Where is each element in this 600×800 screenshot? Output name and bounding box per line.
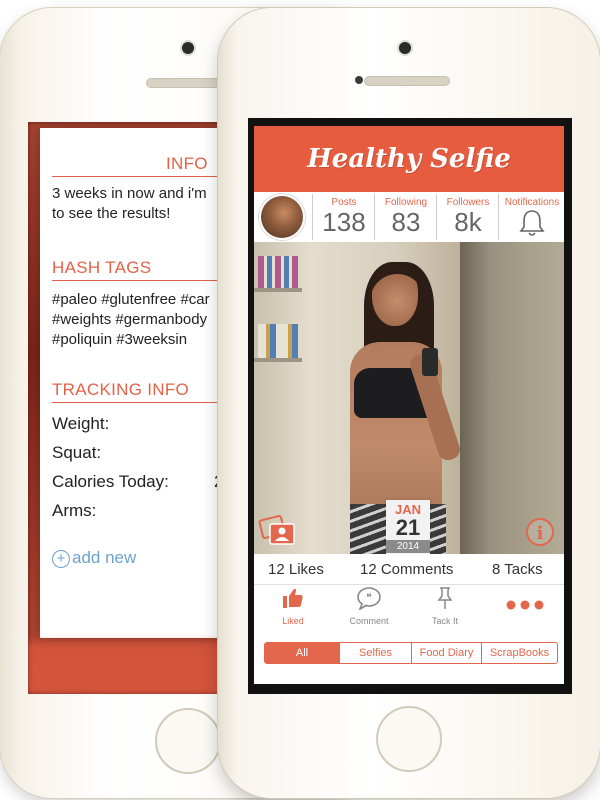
app-header: Healthy Selfie [254, 126, 564, 192]
photo-doorway [460, 242, 564, 554]
hashtags-heading: HASH TAGS [52, 258, 152, 277]
earpiece-speaker [364, 76, 450, 86]
category-tabs: All Selfies Food Diary ScrapBooks [264, 642, 558, 664]
info-text-line1: 3 weeks in now and i'm [52, 185, 207, 202]
stat-notifications-label: Notifications [504, 197, 560, 208]
front-camera [399, 42, 411, 54]
liked-button[interactable]: Liked [258, 586, 328, 626]
info-heading: INFO [166, 154, 208, 173]
hashtags-line2: #weights #germanbody [52, 311, 208, 328]
comments-count[interactable]: 12 Comments [360, 561, 453, 578]
home-button [155, 708, 221, 774]
tack-it-button[interactable]: Tack It [410, 586, 480, 626]
stat-followers[interactable]: Followers 8k [436, 194, 499, 240]
more-options-button[interactable] [490, 598, 560, 616]
avatar[interactable] [261, 196, 303, 238]
tack-it-label: Tack It [431, 616, 458, 626]
hashtags-line3: #poliquin #3weeksin [52, 331, 188, 348]
likes-count[interactable]: 12 Likes [268, 561, 324, 578]
front-phone-screen: Healthy Selfie Posts 138 Following 83 Fo… [248, 118, 572, 694]
proximity-sensor [355, 76, 363, 84]
liked-label: Liked [282, 616, 304, 626]
selfie-photo[interactable]: JAN 21 2014 i [254, 242, 564, 554]
bell-icon [519, 210, 545, 236]
speech-bubble-icon: ❝ [357, 587, 381, 611]
tab-scrapbooks[interactable]: ScrapBooks [481, 643, 557, 663]
stat-following-value: 83 [391, 207, 421, 237]
tab-all[interactable]: All [265, 643, 339, 663]
action-bar: Liked ❝ Comment Tack It [254, 586, 564, 632]
stat-notifications[interactable]: Notifications [498, 194, 564, 240]
photo-shelf-bottles [258, 324, 298, 358]
tracking-squat-label[interactable]: Squat: [52, 443, 101, 463]
photo-shelf [254, 288, 302, 292]
add-new-button[interactable]: + add new [52, 548, 136, 568]
stat-following[interactable]: Following 83 [374, 194, 437, 240]
hashtags-line1: #paleo #glutenfree #car [52, 291, 210, 308]
healthy-selfie-app: Healthy Selfie Posts 138 Following 83 Fo… [254, 126, 564, 684]
svg-text:❝: ❝ [366, 591, 372, 604]
info-text-line2: to see the results! [52, 205, 171, 222]
date-year: 2014 [386, 540, 430, 553]
comment-button[interactable]: ❝ Comment [334, 586, 404, 626]
pushpin-icon [437, 587, 453, 609]
stat-posts-value: 138 [322, 207, 366, 237]
tracking-arms-label[interactable]: Arms: [52, 501, 96, 521]
engagement-counts: 12 Likes 12 Comments 8 Tacks [254, 556, 564, 585]
tab-food-diary[interactable]: Food Diary [411, 643, 481, 663]
thumbs-up-icon [283, 588, 303, 608]
photo-shelf-bottles [258, 256, 298, 288]
tacks-count[interactable]: 8 Tacks [492, 561, 543, 578]
comment-label: Comment [349, 616, 389, 626]
plus-circle-icon: + [52, 550, 70, 568]
photo-head [372, 264, 418, 326]
add-new-label: add new [72, 548, 137, 567]
front-camera [182, 42, 194, 54]
home-button [376, 706, 442, 772]
tracking-heading: TRACKING INFO [52, 380, 190, 399]
scrapbook-icon[interactable] [258, 514, 298, 548]
stat-followers-value: 8k [454, 207, 482, 237]
tracking-weight-label[interactable]: Weight: [52, 414, 109, 434]
date-badge: JAN 21 2014 [386, 500, 430, 554]
photo-shelf [254, 358, 302, 362]
tab-selfies[interactable]: Selfies [339, 643, 411, 663]
stat-posts[interactable]: Posts 138 [312, 194, 375, 240]
date-day: 21 [395, 515, 421, 540]
profile-stats-bar: Posts 138 Following 83 Followers 8k Noti… [254, 192, 564, 243]
tracking-calories-label[interactable]: Calories Today: [52, 472, 169, 492]
front-phone-frame: Healthy Selfie Posts 138 Following 83 Fo… [218, 8, 600, 798]
app-title: Healthy Selfie [307, 144, 511, 174]
photo-phone [422, 348, 438, 376]
info-icon[interactable]: i [526, 518, 554, 546]
more-dots-icon [506, 600, 544, 610]
